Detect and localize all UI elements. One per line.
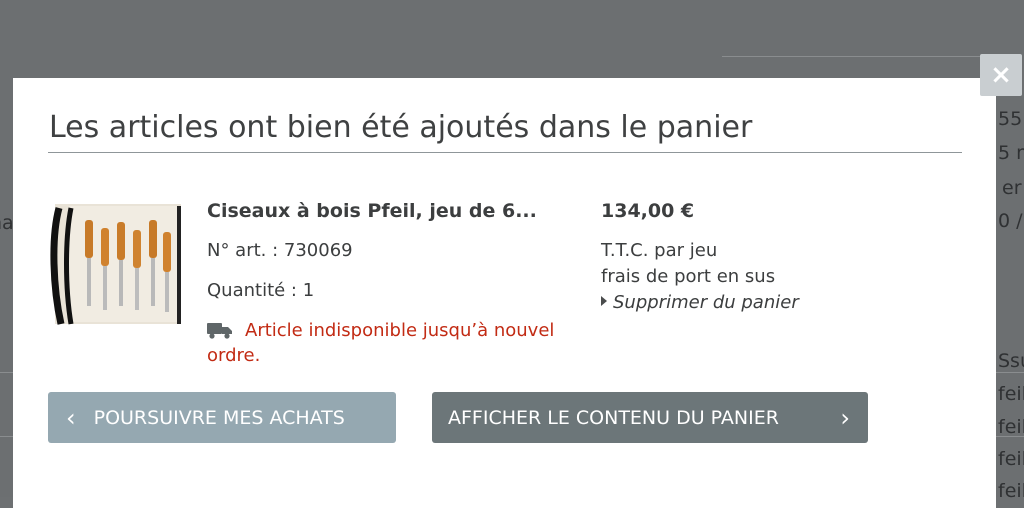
- continue-shopping-label: POURSUIVRE MES ACHATS: [93, 406, 345, 429]
- cart-confirmation-modal: Les articles ont bien été ajoutés dans l…: [13, 78, 996, 508]
- article-number: N° art. : 730069: [207, 240, 353, 261]
- modal-title: Les articles ont bien été ajoutés dans l…: [49, 110, 753, 145]
- close-button[interactable]: ×: [980, 54, 1022, 96]
- availability-text: Article indisponible jusqu’à nouvel ordr…: [207, 320, 555, 366]
- background-text: Ssu: [998, 350, 1024, 372]
- background-text: feil: [998, 448, 1024, 470]
- background-text: feil: [998, 383, 1024, 405]
- background-text: feil: [998, 480, 1024, 502]
- background-text: 55: [998, 108, 1023, 130]
- remove-label: Supprimer du panier: [613, 292, 799, 313]
- remove-from-cart-link[interactable]: Supprimer du panier: [601, 292, 799, 313]
- availability-status: Article indisponible jusqu’à nouvel ordr…: [207, 318, 587, 368]
- view-cart-button[interactable]: AFFICHER LE CONTENU DU PANIER ›: [432, 392, 868, 443]
- chevron-right-icon: ›: [840, 403, 850, 432]
- triangle-right-icon: [601, 296, 607, 306]
- product-image[interactable]: [49, 198, 181, 330]
- background-text: ha: [0, 212, 14, 234]
- background-text: 5 m: [998, 142, 1024, 164]
- continue-shopping-button[interactable]: ‹ POURSUIVRE MES ACHATS: [48, 392, 396, 443]
- background-divider: [722, 56, 1022, 57]
- price-note: T.T.C. par jeu: [601, 240, 718, 261]
- truck-icon: [207, 323, 232, 339]
- chevron-left-icon: ‹: [66, 403, 76, 432]
- background-text: 0 /: [998, 210, 1023, 232]
- shipping-note: frais de port en sus: [601, 266, 776, 287]
- view-cart-label: AFFICHER LE CONTENU DU PANIER: [448, 406, 779, 429]
- quantity: Quantité : 1: [207, 280, 315, 301]
- title-divider: [48, 152, 962, 153]
- close-icon: ×: [990, 60, 1012, 90]
- product-price: 134,00 €: [601, 200, 695, 222]
- product-name[interactable]: Ciseaux à bois Pfeil, jeu de 6...: [207, 200, 537, 222]
- background-text: feil: [998, 416, 1024, 438]
- background-text: er: [1002, 177, 1022, 199]
